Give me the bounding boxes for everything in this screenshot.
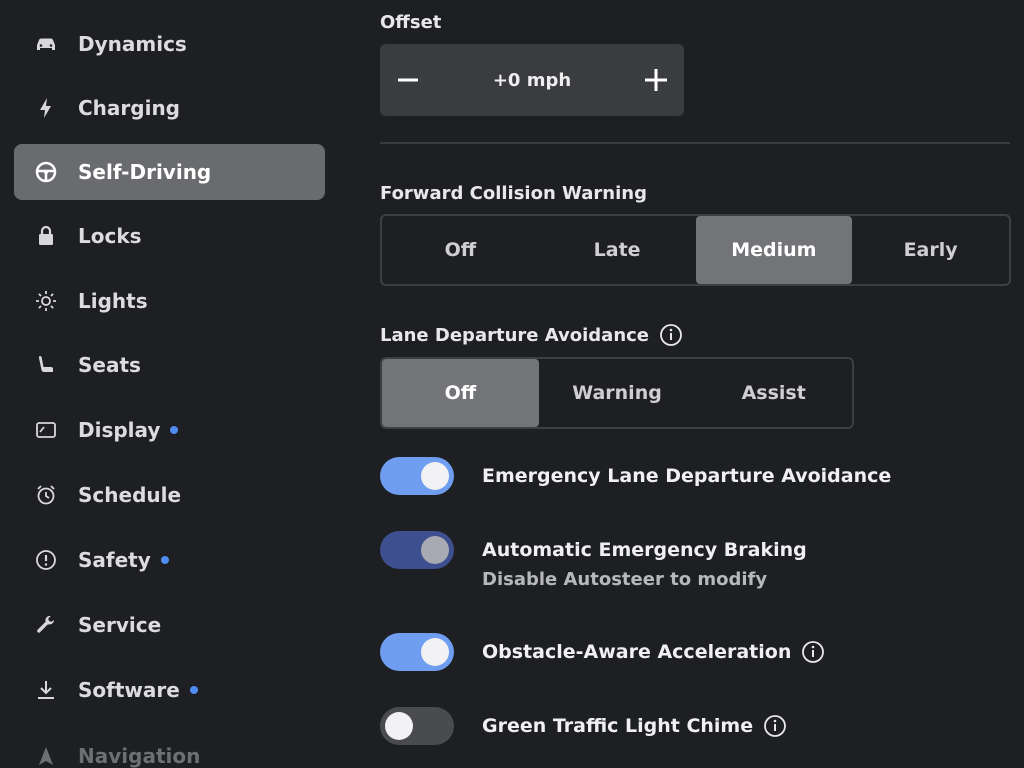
sidebar-item-label: Safety (78, 548, 151, 572)
sidebar-item-self-driving[interactable]: Self-Driving (14, 144, 325, 200)
oaa-toggle[interactable] (380, 633, 454, 671)
navigation-arrow-icon (32, 742, 60, 768)
lda-segmented-control: Off Warning Assist (380, 357, 854, 429)
increase-offset-button[interactable] (628, 44, 684, 116)
notification-dot (170, 426, 179, 434)
toggle-row-elda: Emergency Lane Departure Avoidance (380, 457, 891, 495)
wrench-icon (32, 611, 60, 639)
alarm-clock-icon (32, 481, 60, 509)
sidebar-item-label: Schedule (78, 483, 182, 507)
plus-icon (644, 69, 667, 91)
toggle-knob (385, 712, 413, 740)
minus-icon (398, 78, 418, 82)
sidebar-item-display[interactable]: Display (14, 402, 325, 458)
toggle-title: Green Traffic Light Chime (482, 715, 754, 737)
car-icon (32, 30, 60, 58)
toggle-knob (421, 462, 449, 490)
decrease-offset-button[interactable] (380, 44, 436, 116)
fcw-option-early[interactable]: Early (852, 216, 1009, 284)
toggle-title-row: Green Traffic Light Chime (482, 707, 787, 745)
sidebar-item-lights[interactable]: Lights (14, 273, 325, 329)
fcw-label: Forward Collision Warning (380, 183, 647, 204)
fcw-segmented-control: Off Late Medium Early (380, 214, 1011, 286)
download-icon (32, 676, 60, 704)
settings-panel: Offset +0 mph Forward Collision Warning … (380, 0, 1011, 768)
sidebar-item-dynamics[interactable]: Dynamics (14, 16, 325, 72)
sidebar-item-label: Self-Driving (78, 160, 212, 184)
toggle-title: Obstacle-Aware Acceleration (482, 641, 792, 663)
toggle-knob (421, 638, 449, 666)
sidebar-item-label: Charging (78, 96, 181, 120)
sidebar: Dynamics Charging Self-Driving Locks Lig… (0, 0, 340, 768)
sidebar-item-navigation[interactable]: Navigation (14, 728, 325, 768)
fcw-option-late[interactable]: Late (539, 216, 696, 284)
toggle-title: Automatic Emergency Braking (482, 539, 807, 561)
lda-label-row: Lane Departure Avoidance (380, 323, 683, 347)
sidebar-item-label: Display (78, 418, 161, 442)
notification-dot (189, 686, 198, 694)
offset-stepper: +0 mph (380, 44, 684, 116)
sidebar-item-locks[interactable]: Locks (14, 208, 325, 264)
sidebar-item-label: Dynamics (78, 32, 187, 56)
bolt-icon (32, 94, 60, 122)
lock-icon (32, 222, 60, 250)
fcw-option-off[interactable]: Off (382, 216, 539, 284)
sidebar-item-seats[interactable]: Seats (14, 337, 325, 393)
info-icon[interactable] (801, 640, 825, 664)
info-icon[interactable] (659, 323, 683, 347)
seat-icon (32, 351, 60, 379)
offset-value: +0 mph (492, 69, 572, 91)
display-icon (32, 416, 60, 444)
toggle-subtitle: Disable Autosteer to modify (482, 569, 768, 590)
fcw-option-medium[interactable]: Medium (695, 216, 853, 284)
sidebar-item-label: Navigation (78, 744, 201, 768)
sidebar-item-safety[interactable]: Safety (14, 532, 325, 588)
toggle-row-aeb: Automatic Emergency Braking Disable Auto… (380, 531, 807, 590)
alert-circle-icon (32, 546, 60, 574)
lda-option-assist[interactable]: Assist (695, 359, 852, 427)
steering-wheel-icon (32, 158, 60, 186)
notification-dot (160, 556, 169, 564)
lda-label: Lane Departure Avoidance (380, 324, 650, 346)
toggle-row-gtlc: Green Traffic Light Chime (380, 707, 787, 745)
toggle-row-oaa: Obstacle-Aware Acceleration (380, 633, 825, 671)
section-divider (380, 142, 1010, 144)
info-icon[interactable] (763, 714, 787, 738)
elda-toggle[interactable] (380, 457, 454, 495)
aeb-toggle[interactable] (380, 531, 454, 569)
sidebar-item-service[interactable]: Service (14, 597, 325, 653)
toggle-knob (421, 536, 449, 564)
sidebar-item-label: Seats (78, 353, 141, 377)
offset-label: Offset (380, 12, 442, 33)
sidebar-item-label: Software (78, 678, 180, 702)
sidebar-item-label: Locks (78, 224, 142, 248)
sidebar-item-label: Lights (78, 289, 148, 313)
toggle-title-row: Obstacle-Aware Acceleration (482, 633, 825, 671)
sidebar-item-charging[interactable]: Charging (14, 80, 325, 136)
sidebar-item-schedule[interactable]: Schedule (14, 467, 325, 523)
lda-option-warning[interactable]: Warning (539, 359, 696, 427)
sun-icon (32, 287, 60, 315)
sidebar-item-label: Service (78, 613, 162, 637)
gtlc-toggle[interactable] (380, 707, 454, 745)
lda-option-off[interactable]: Off (382, 359, 539, 427)
sidebar-item-software[interactable]: Software (14, 662, 325, 718)
toggle-title: Emergency Lane Departure Avoidance (482, 465, 892, 487)
